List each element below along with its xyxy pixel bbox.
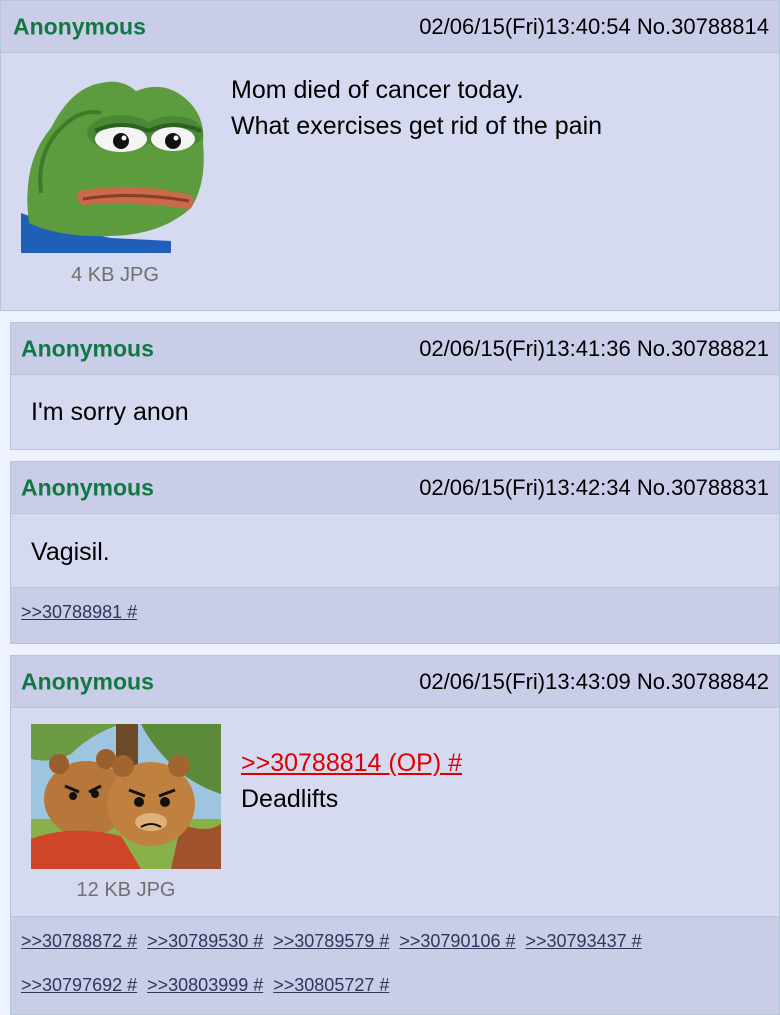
- file-info: 12 KB JPG: [76, 879, 176, 901]
- post-image-thumbnail[interactable]: [21, 73, 209, 253]
- post-header: Anonymous 02/06/15(Fri)13:42:34 No.30788…: [11, 462, 779, 514]
- poster-name: Anonymous: [13, 13, 146, 39]
- post-op: Anonymous 02/06/15(Fri)13:40:54 No.30788…: [0, 0, 780, 311]
- sad-frog-icon: [21, 73, 209, 253]
- post-header: Anonymous 02/06/15(Fri)13:41:36 No.30788…: [11, 323, 779, 375]
- post-image-thumbnail[interactable]: [31, 724, 221, 869]
- post-header: Anonymous 02/06/15(Fri)13:43:09 No.30788…: [11, 656, 779, 708]
- post-meta[interactable]: 02/06/15(Fri)13:42:34 No.30788831: [419, 475, 769, 501]
- backlink[interactable]: >>30790106 #: [399, 931, 515, 952]
- backlink[interactable]: >>30788981 #: [21, 602, 137, 623]
- post-reply: Anonymous 02/06/15(Fri)13:42:34 No.30788…: [10, 461, 780, 644]
- backlink[interactable]: >>30788872 #: [21, 931, 137, 952]
- post-message-line: What exercises get rid of the pain: [231, 112, 603, 140]
- post-reply: Anonymous 02/06/15(Fri)13:43:09 No.30788…: [10, 655, 780, 1015]
- file-info: 4 KB JPG: [71, 264, 159, 286]
- post-meta[interactable]: 02/06/15(Fri)13:40:54 No.30788814: [419, 14, 769, 40]
- post-meta[interactable]: 02/06/15(Fri)13:41:36 No.30788821: [419, 336, 769, 362]
- poster-name: Anonymous: [21, 335, 154, 361]
- post-header: Anonymous 02/06/15(Fri)13:40:54 No.30788…: [1, 1, 779, 53]
- backlink[interactable]: >>30805727 #: [273, 975, 389, 996]
- angry-bears-icon: [31, 724, 221, 869]
- post-reply: Anonymous 02/06/15(Fri)13:41:36 No.30788…: [10, 322, 780, 450]
- backlinks-bar: >>30788872 # >>30789530 # >>30789579 # >>30…: [11, 916, 779, 1014]
- backlink[interactable]: >>30793437 #: [526, 931, 642, 952]
- backlink[interactable]: >>30789579 #: [273, 931, 389, 952]
- post-message-line: Deadlifts: [241, 785, 339, 813]
- poster-name: Anonymous: [21, 474, 154, 500]
- post-meta[interactable]: 02/06/15(Fri)13:43:09 No.30788842: [419, 669, 769, 695]
- post-message-line: Mom died of cancer today.: [231, 76, 524, 104]
- post-message-line: I'm sorry anon: [31, 398, 189, 426]
- backlinks-bar: >>30788981 #: [11, 587, 779, 643]
- backlink[interactable]: >>30797692 #: [21, 975, 137, 996]
- backlink[interactable]: >>30789530 #: [147, 931, 263, 952]
- post-message-line: Vagisil.: [31, 538, 110, 566]
- poster-name: Anonymous: [21, 668, 154, 694]
- quote-link-op[interactable]: >>30788814 (OP) #: [241, 745, 462, 781]
- quote-link-line: >>30788814 (OP) #: [241, 745, 462, 781]
- backlink[interactable]: >>30803999 #: [147, 975, 263, 996]
